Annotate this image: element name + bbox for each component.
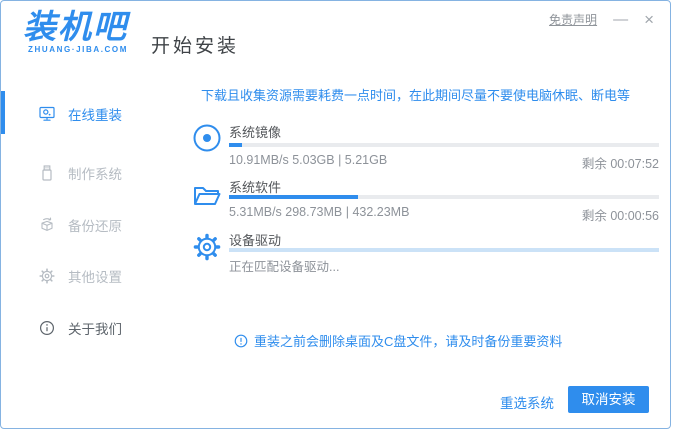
settings-icon <box>39 268 55 284</box>
progress-bar-system-image <box>229 143 659 147</box>
folder-icon <box>192 181 222 211</box>
task-status: 正在匹配设备驱动... <box>229 260 340 274</box>
sidebar-item-online-reinstall[interactable]: 在线重装 <box>39 104 122 124</box>
backup-icon <box>39 217 55 233</box>
progress-bar-device-drivers <box>229 248 659 252</box>
sidebar-item-label: 其他设置 <box>68 270 122 285</box>
task-name: 系统软件 <box>229 180 282 195</box>
sidebar-item-label: 关于我们 <box>68 322 122 337</box>
exclamation-circle-icon <box>234 334 248 348</box>
titlebar-controls: 免责声明 — × <box>549 11 654 28</box>
logo-subtitle: ZHUANG·JIBA.COM <box>28 45 128 54</box>
minimize-icon[interactable]: — <box>613 12 628 27</box>
disclaimer-link[interactable]: 免责声明 <box>549 11 597 28</box>
progress-fill <box>229 195 358 199</box>
sidebar-item-label: 在线重装 <box>68 108 122 123</box>
progress-fill <box>229 143 242 147</box>
monitor-icon <box>39 106 55 122</box>
app-logo: 装机吧 ZHUANG·JIBA.COM <box>23 8 128 55</box>
task-remaining: 剩余 00:07:52 <box>581 157 659 171</box>
reselect-system-button[interactable]: 重选系统 <box>500 392 554 412</box>
usb-icon <box>39 165 55 181</box>
sidebar-item-other-settings[interactable]: 其他设置 <box>39 266 122 286</box>
gear-icon <box>192 232 222 262</box>
sidebar-item-label: 备份还原 <box>68 219 122 234</box>
task-stats-row: 5.31MB/s 298.73MB | 432.23MB 剩余 00:00:56 <box>229 205 659 224</box>
backup-warning: 重装之前会删除桌面及C盘文件，请及时备份重要资料 <box>234 331 562 350</box>
sidebar-item-about-us[interactable]: 关于我们 <box>39 318 122 338</box>
sidebar-item-backup-restore[interactable]: 备份还原 <box>39 215 122 235</box>
info-icon <box>39 320 55 336</box>
task-stats: 5.31MB/s 298.73MB | 432.23MB <box>229 205 410 219</box>
sidebar-item-label: 制作系统 <box>68 167 122 182</box>
task-name: 设备驱动 <box>229 233 282 248</box>
sidebar-item-make-system[interactable]: 制作系统 <box>39 163 122 183</box>
progress-bar-system-software <box>229 195 659 199</box>
cancel-install-button[interactable]: 取消安装 <box>568 386 649 413</box>
backup-warning-text: 重装之前会删除桌面及C盘文件，请及时备份重要资料 <box>254 334 563 349</box>
task-status-row: 正在匹配设备驱动... <box>229 256 659 275</box>
task-remaining: 剩余 00:00:56 <box>581 209 659 223</box>
page-title: 开始安装 <box>151 36 240 57</box>
task-stats-row: 10.91MB/s 5.03GB | 5.21GB 剩余 00:07:52 <box>229 153 659 172</box>
close-icon[interactable]: × <box>644 11 654 28</box>
download-notice: 下载且收集资源需要耗费一点时间，在此期间尽量不要使电脑休眠、断电等 <box>200 88 630 103</box>
logo-title: 装机吧 <box>23 8 128 45</box>
task-name: 系统镜像 <box>229 125 282 140</box>
sidebar-active-indicator <box>1 91 5 134</box>
app-window: 装机吧 ZHUANG·JIBA.COM 开始安装 免责声明 — × 在线重装 制… <box>0 0 671 429</box>
task-stats: 10.91MB/s 5.03GB | 5.21GB <box>229 153 388 167</box>
disc-icon <box>192 123 222 153</box>
